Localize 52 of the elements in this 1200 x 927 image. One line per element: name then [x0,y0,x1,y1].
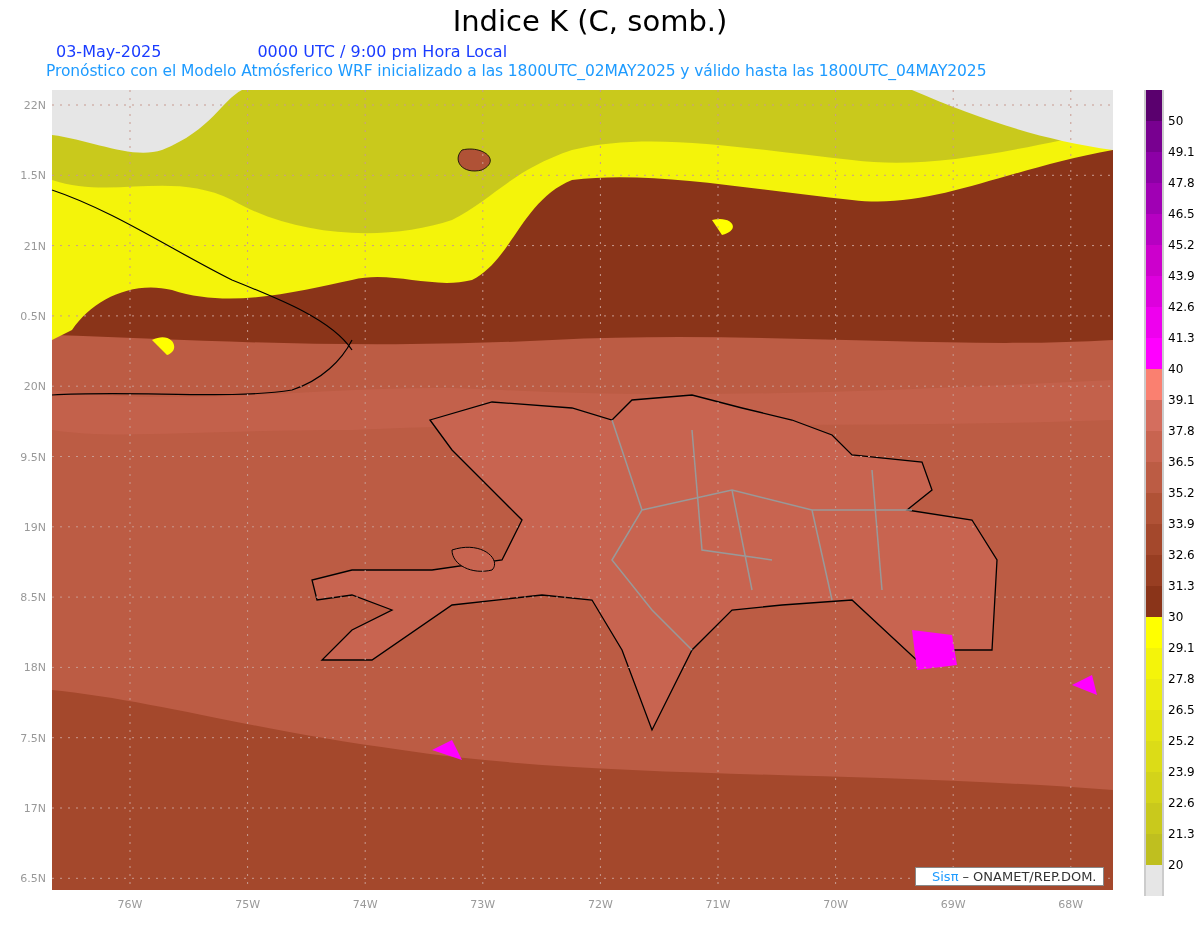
colorbar-label: 37.8 [1168,424,1195,438]
latitude-label: 9.5N [20,450,46,464]
colorbar-label: 32.6 [1168,548,1195,562]
latitude-label: 21N [23,239,46,253]
longitude-label: 70W [823,898,849,911]
colorbar-label: 22.6 [1168,796,1195,810]
colorbar-label: 31.3 [1168,579,1195,593]
colorbar-label: 33.9 [1168,517,1195,531]
latitude-label: 20N [23,380,46,394]
colorbar-label: 21.3 [1168,827,1195,841]
colorbar-label: 27.8 [1168,672,1195,686]
latitude-label: 22N [23,99,46,112]
colorbar-label: 42.6 [1168,300,1195,314]
colorbar-label: 43.9 [1168,269,1195,283]
colorbar-label: 45.2 [1168,238,1195,252]
longitude-label: 75W [235,898,261,911]
colorbar-label: 25.2 [1168,734,1195,748]
colorbar-label: 30 [1168,610,1184,624]
colorbar-label: 20 [1168,858,1184,872]
colorbar-label: 29.1 [1168,641,1195,655]
latitude-label: 1.5N [20,169,46,183]
colorbar-label: 36.5 [1168,455,1195,469]
colorbar-label: 41.3 [1168,331,1195,345]
longitude-label: 76W [117,898,143,911]
logo-text: Sisπ [932,869,959,884]
latitude-label: 6.5N [20,872,46,886]
colorbar-label: 26.5 [1168,703,1195,717]
longitude-label: 73W [470,898,496,911]
longitude-label: 71W [705,898,731,911]
credit-text: – ONAMET/REP.DOM. [962,869,1097,884]
colorbar-label: 23.9 [1168,765,1195,779]
latitude-label: 0.5N [20,309,46,323]
colorbar-label: 40 [1168,362,1184,376]
latitude-label: 18N [23,661,46,675]
colorbar-label: 47.8 [1168,176,1195,190]
colorbar-label: 39.1 [1168,393,1195,407]
colorbar-label: 50 [1168,114,1184,128]
colorbar-label: 49.1 [1168,145,1195,159]
colorbar-label: 46.5 [1168,207,1195,221]
time-label: 0000 UTC / 9:00 pm Hora Local [257,42,508,62]
longitude-label: 72W [587,898,613,911]
latitude-label: 7.5N [20,731,46,745]
longitude-label: 68W [1058,898,1084,911]
chart-title: Indice K (C, somb.) [451,3,729,40]
latitude-label: 17N [23,802,46,815]
subtitle: Pronóstico con el Modelo Atmósferico WRF inicializado a las 1800UTC_02MAY2025 y válido hasta las 1800UTC_04MAY2025 [45,62,988,82]
longitude-label: 69W [940,898,966,911]
longitude-label: 74W [352,898,378,911]
latitude-label: 8.5N [20,591,46,605]
latitude-label: 19N [23,520,46,534]
colorbar-label: 35.2 [1168,486,1195,500]
date-label: 03-May-2025 [56,42,162,62]
